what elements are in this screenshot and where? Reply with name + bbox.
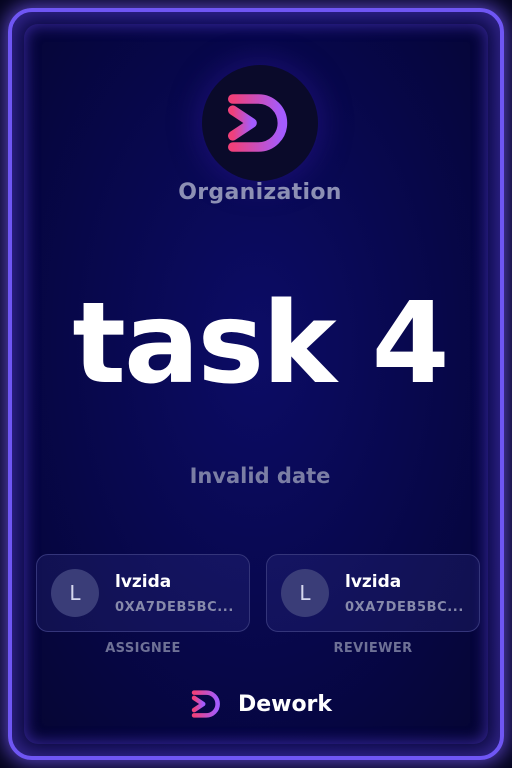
organization-name: Organization bbox=[178, 180, 342, 205]
reviewer-card[interactable]: L lvzida 0XA7DEB5BC... bbox=[266, 554, 480, 632]
reviewer-role-label: REVIEWER bbox=[333, 641, 413, 656]
assignee-card[interactable]: L lvzida 0XA7DEB5BC... bbox=[36, 554, 250, 632]
reviewer-name: lvzida bbox=[345, 572, 402, 592]
assignee-role-label: ASSIGNEE bbox=[105, 641, 181, 656]
assignee-address: 0XA7DEB5BC... bbox=[115, 600, 234, 615]
task-due-date: Invalid date bbox=[189, 464, 331, 488]
brand-footer[interactable]: Dework bbox=[12, 684, 508, 724]
task-card: Organization task 4 Invalid date L lvzid… bbox=[8, 8, 504, 760]
assignee-name: lvzida bbox=[115, 572, 172, 592]
brand-name: Dework bbox=[237, 691, 333, 717]
dework-logo-icon bbox=[191, 690, 220, 718]
dework-logo-icon bbox=[228, 94, 288, 152]
reviewer-address: 0XA7DEB5BC... bbox=[345, 600, 464, 615]
task-title: task 4 bbox=[72, 279, 449, 409]
organization-logo bbox=[202, 65, 318, 181]
avatar: L bbox=[51, 569, 99, 617]
avatar: L bbox=[281, 569, 329, 617]
